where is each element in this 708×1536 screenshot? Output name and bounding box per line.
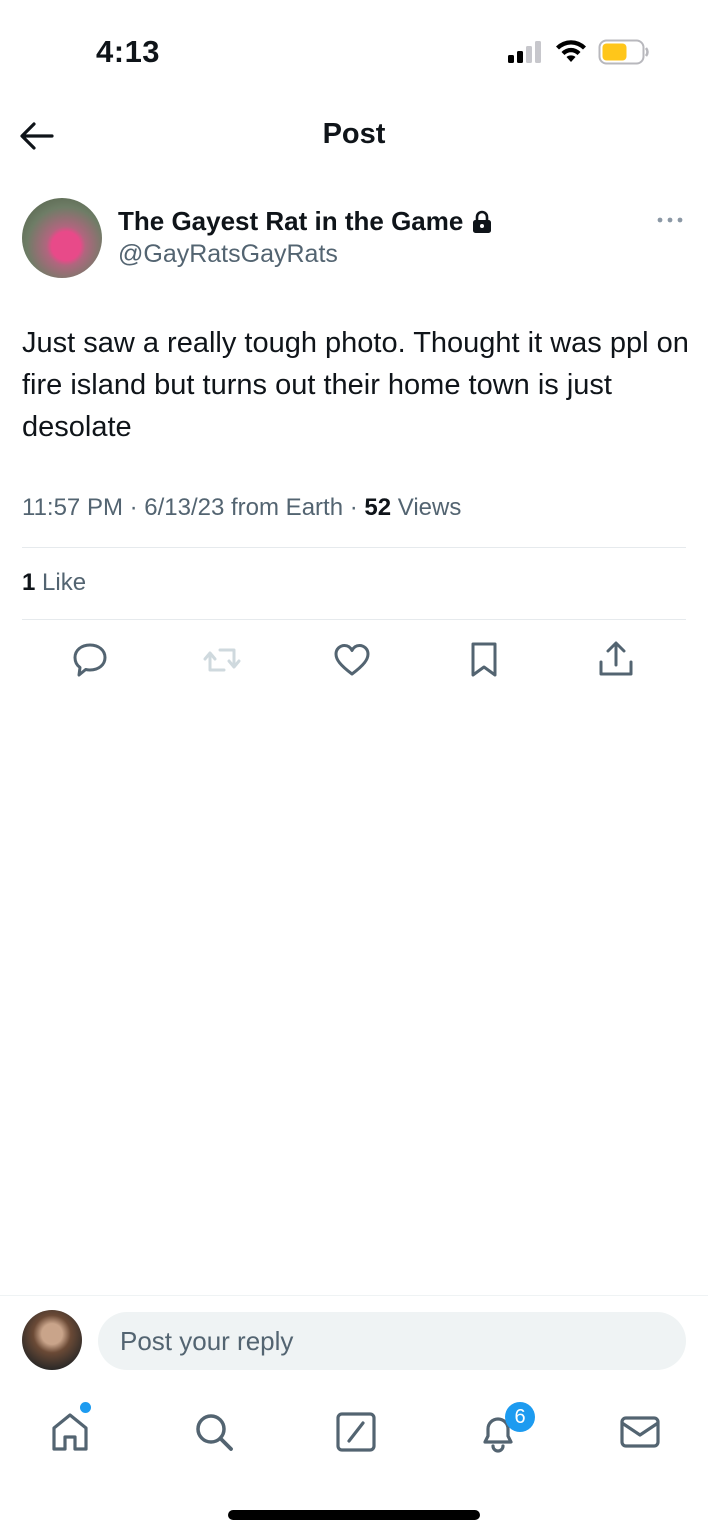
reply-bar-divider: [0, 1295, 708, 1296]
wifi-icon: [556, 40, 586, 62]
messages-icon[interactable]: [618, 1410, 662, 1454]
divider: [22, 547, 686, 548]
author-name-row: The Gayest Rat in the Game: [118, 206, 493, 237]
author-handle[interactable]: @GayRatsGayRats: [118, 240, 338, 269]
home-unread-dot: [80, 1402, 91, 1413]
user-avatar[interactable]: [22, 1310, 82, 1370]
likes-count: 1: [22, 569, 36, 596]
post-text: Just saw a really tough photo. Thought i…: [22, 327, 689, 443]
home-indicator[interactable]: [228, 1510, 480, 1520]
reply-icon[interactable]: [70, 640, 110, 680]
post-timestamp: 11:57 PM · 6/13/23 from Earth ·: [22, 494, 365, 521]
heart-icon[interactable]: [332, 640, 372, 680]
likes-label: Like: [35, 569, 87, 596]
lock-icon: [473, 210, 492, 233]
likes-count-link[interactable]: 1 Like: [22, 569, 86, 597]
views-count: 52: [364, 494, 392, 521]
more-horizontal-icon[interactable]: [654, 210, 686, 230]
reply-input[interactable]: [98, 1312, 686, 1370]
post-meta: 11:57 PM · 6/13/23 from Earth · 52 Views: [22, 494, 461, 522]
repost-icon: [203, 648, 241, 672]
arrow-left-icon[interactable]: [18, 118, 56, 154]
divider: [22, 619, 686, 620]
page-title: Post: [322, 118, 386, 150]
compose-icon[interactable]: [334, 1410, 378, 1454]
status-time: 4:13: [96, 34, 161, 69]
home-icon[interactable]: [48, 1410, 92, 1454]
notification-badge: 6: [505, 1402, 535, 1432]
share-icon[interactable]: [596, 640, 636, 680]
search-icon[interactable]: [192, 1410, 236, 1454]
author-name[interactable]: The Gayest Rat in the Game: [118, 206, 463, 237]
cellular-signal-icon: [508, 41, 541, 63]
bookmark-icon[interactable]: [464, 640, 504, 680]
author-avatar[interactable]: [22, 198, 102, 278]
views-label: Views: [391, 494, 462, 521]
battery-icon: [598, 39, 649, 65]
